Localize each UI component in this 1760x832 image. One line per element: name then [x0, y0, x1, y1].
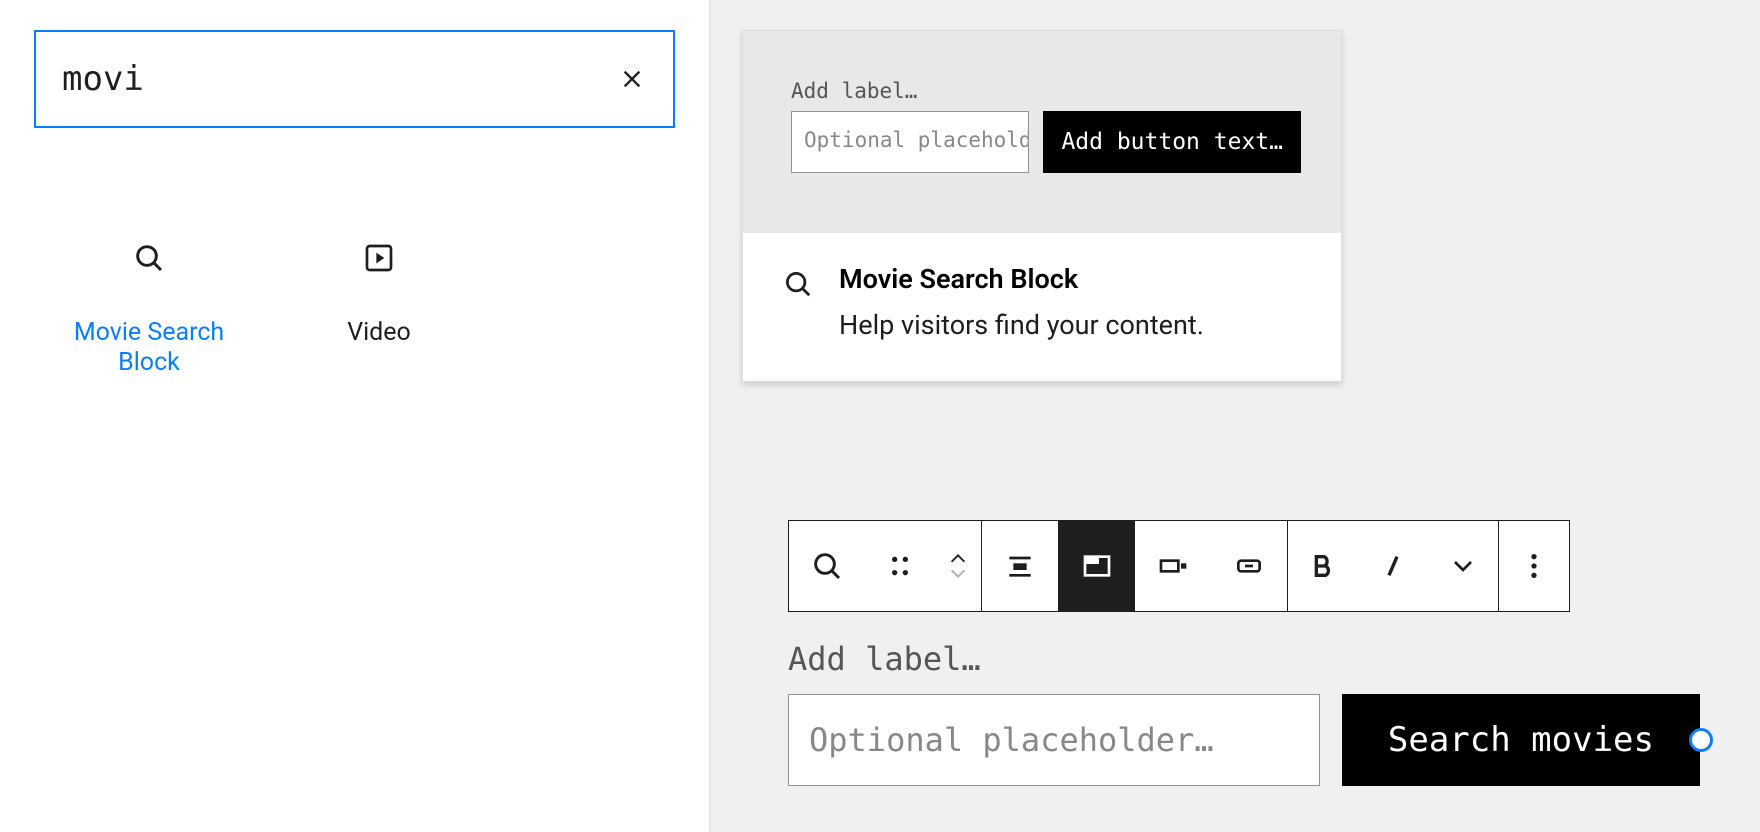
preview-label-placeholder: Add label… [791, 79, 1301, 103]
button-position-icon [1157, 550, 1189, 582]
preview-info-desc: Help visitors find your content. [839, 309, 1204, 341]
preview-info-title: Movie Search Block [839, 263, 1204, 295]
toolbar-align-button[interactable] [982, 521, 1058, 611]
button-with-icon-icon [1233, 550, 1265, 582]
block-search-input[interactable] [60, 58, 615, 100]
toolbar-label-toggle-button[interactable] [1059, 521, 1135, 611]
toolbar-more-format-button[interactable] [1428, 521, 1498, 611]
search-block: Add label… Optional placeholder… Search … [788, 640, 1700, 786]
drag-icon [884, 550, 916, 582]
toolbar-italic-button[interactable] [1358, 521, 1428, 611]
toolbar-bold-button[interactable] [1288, 521, 1358, 611]
align-icon [1004, 550, 1036, 582]
toolbar-drag-handle[interactable] [865, 521, 935, 611]
preview-search-input: Optional placeholder [791, 111, 1029, 173]
resize-handle[interactable] [1689, 728, 1713, 752]
chevron-up-icon [947, 553, 969, 565]
toolbar-button-icon-button[interactable] [1211, 521, 1287, 611]
toggle-label-icon [1081, 550, 1113, 582]
search-icon [119, 228, 179, 288]
clear-search-button[interactable] [615, 62, 649, 96]
inserter-panel: Movie Search Block Video [0, 0, 710, 832]
toolbar-options-button[interactable] [1499, 521, 1569, 611]
block-item-video[interactable]: Video [274, 228, 484, 378]
block-preview-card: Add label… Optional placeholder Add butt… [742, 30, 1342, 382]
search-block-button-text: Search movies [1388, 720, 1654, 760]
search-block-button[interactable]: Search movies [1342, 694, 1700, 786]
chevron-down-icon [1447, 550, 1479, 582]
close-icon [618, 65, 646, 93]
block-item-movie-search[interactable]: Movie Search Block [44, 228, 254, 378]
block-item-label: Movie Search Block [44, 318, 254, 378]
toolbar-mover[interactable] [935, 521, 981, 611]
video-icon [349, 228, 409, 288]
preview-info: Movie Search Block Help visitors find yo… [743, 233, 1341, 381]
italic-icon [1377, 550, 1409, 582]
search-block-label-input[interactable]: Add label… [788, 640, 1700, 678]
chevron-down-icon [947, 567, 969, 579]
preview-search-button: Add button text… [1043, 111, 1301, 173]
block-item-label: Video [347, 318, 411, 348]
search-icon [811, 550, 843, 582]
editor-canvas: Add label… Optional placeholder Add butt… [710, 0, 1760, 832]
toolbar-block-type-button[interactable] [789, 521, 865, 611]
block-results-grid: Movie Search Block Video [34, 228, 675, 378]
search-icon [783, 269, 813, 299]
bold-icon [1307, 550, 1339, 582]
block-search-input-wrap [34, 30, 675, 128]
toolbar-button-position-button[interactable] [1135, 521, 1211, 611]
more-vertical-icon [1518, 550, 1550, 582]
block-toolbar [788, 520, 1570, 612]
search-block-input[interactable]: Optional placeholder… [788, 694, 1320, 786]
